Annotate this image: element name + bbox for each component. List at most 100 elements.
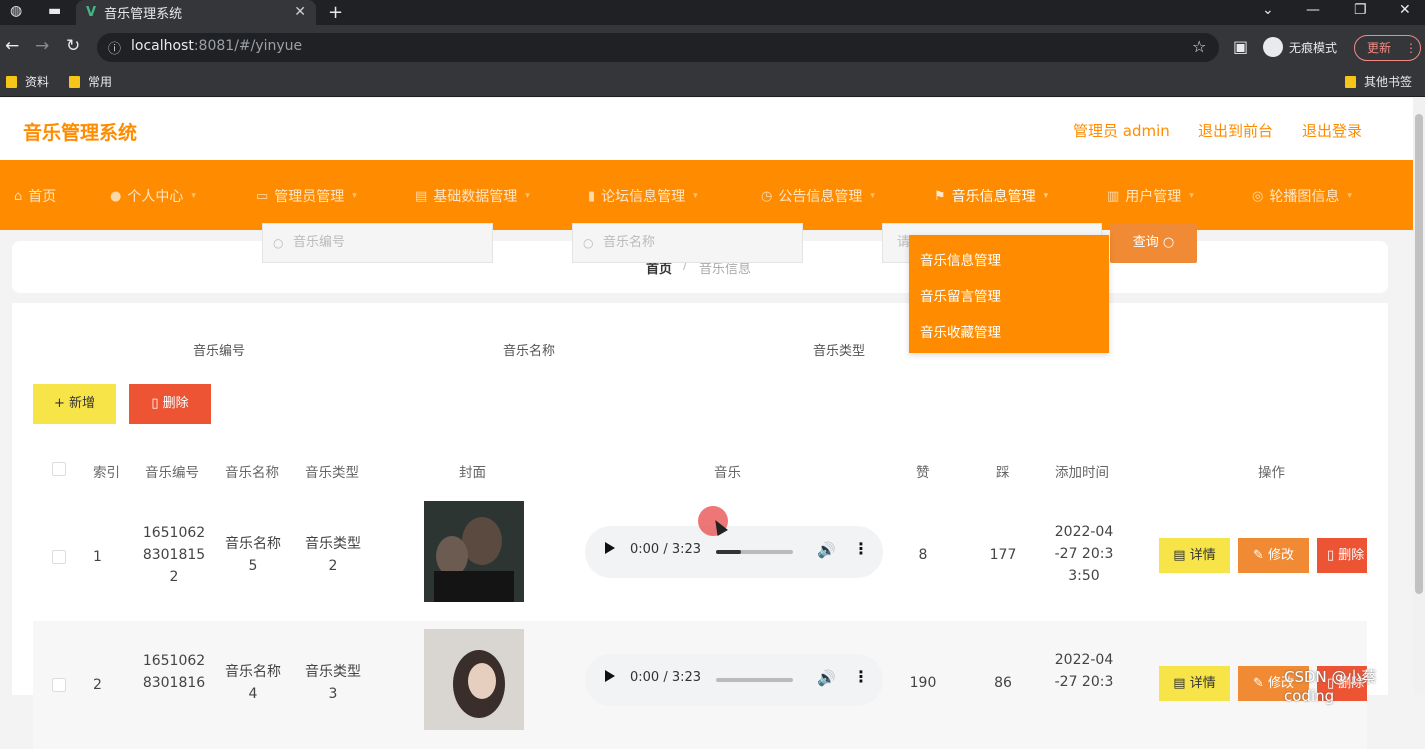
bookmark-folder[interactable]: 常用 (69, 73, 112, 90)
play-icon[interactable] (605, 542, 615, 554)
forum-icon: ▮ (588, 188, 596, 204)
submenu-music-info[interactable]: 音乐信息管理 (920, 249, 1001, 269)
tab-overview-icon[interactable]: ▬ (48, 3, 61, 19)
row-likes: 190 (909, 675, 937, 691)
tab-title: 音乐管理系统 (104, 7, 183, 22)
header-index: 索引 (93, 465, 120, 481)
minimize-icon[interactable]: — (1306, 2, 1320, 18)
update-button[interactable]: 更新 ⋮ (1354, 35, 1421, 61)
header-music: 音乐 (714, 465, 741, 481)
batch-delete-button[interactable]: ▯ 删除 (129, 384, 211, 424)
row-name: 音乐名称 4 (225, 664, 281, 702)
logout-link[interactable]: 退出登录 (1302, 120, 1362, 141)
edit-button[interactable]: ✎ 修改 (1238, 538, 1309, 573)
header-name: 音乐名称 (225, 465, 279, 481)
window-close-icon[interactable]: ✕ (1399, 2, 1411, 18)
nav-carousel[interactable]: ◎ 轮播图信息 ▾ (1252, 186, 1352, 206)
music-submenu: 音乐信息管理 音乐留言管理 音乐收藏管理 (909, 235, 1109, 353)
audio-seek-slider[interactable] (716, 678, 793, 682)
edit-icon: ✎ (1252, 676, 1268, 691)
nav-basic-data[interactable]: ▤ 基础数据管理 ▾ (415, 186, 530, 206)
table-row: 2 1651062 8301816 音乐名称 4 音乐类型 3 0:00 / 3:23… (33, 621, 1367, 749)
volume-icon[interactable]: 🔊 (817, 669, 836, 687)
nav-users[interactable]: ▥ 用户管理 ▾ (1107, 186, 1194, 206)
music-name-input[interactable]: ○ 音乐名称 (572, 223, 803, 263)
more-options-icon[interactable]: ⋮ (853, 539, 869, 558)
volume-icon[interactable]: 🔊 (817, 541, 836, 559)
trash-icon: ▯ (151, 396, 163, 411)
other-bookmarks[interactable]: 其他书签 (1345, 73, 1412, 90)
browser-tabbar: ◍ ▬ V 音乐管理系统 ✕ + ⌄ — ❐ ✕ (0, 0, 1425, 25)
row-dislikes: 177 (989, 547, 1017, 563)
music-code-input[interactable]: ○ 音乐编号 (262, 223, 493, 263)
nav-forum[interactable]: ▮ 论坛信息管理 ▾ (588, 186, 698, 206)
data-icon: ▤ (415, 188, 428, 204)
incognito-indicator[interactable]: 无痕模式 (1263, 37, 1337, 57)
page-scrollbar[interactable] (1413, 98, 1425, 695)
submenu-music-comments[interactable]: 音乐留言管理 (920, 285, 1001, 305)
url-text[interactable]: localhost:8081/#/yinyue (131, 38, 302, 54)
search-icon: ○ (273, 236, 284, 250)
audio-seek-slider[interactable] (716, 550, 793, 554)
search-icon: ○ (583, 236, 594, 250)
nav-music[interactable]: ⚑ 音乐信息管理 ▾ (934, 186, 1048, 206)
watermark: CSDN @小蔡coding (1284, 668, 1377, 705)
tab-search-chevron-icon[interactable]: ⌄ (1262, 2, 1274, 18)
tab-close-icon[interactable]: ✕ (294, 4, 306, 20)
music-type-label: 音乐类型 (813, 344, 866, 359)
detail-button[interactable]: ▤ 详情 (1159, 666, 1230, 701)
delete-button[interactable]: ▯ 删除 (1317, 538, 1367, 573)
forward-icon[interactable]: → (35, 36, 49, 56)
admin-link[interactable]: 管理员 admin (1073, 120, 1170, 141)
row-type: 音乐类型 3 (305, 664, 361, 702)
scrollbar-thumb[interactable] (1415, 114, 1423, 594)
play-icon[interactable] (605, 670, 615, 682)
row-likes: 8 (918, 547, 928, 563)
more-options-icon[interactable]: ⋮ (853, 667, 869, 686)
row-index: 2 (93, 677, 102, 693)
site-info-icon[interactable]: ⓘ (108, 38, 121, 57)
select-all-checkbox[interactable] (52, 462, 66, 476)
globe-icon[interactable]: ◍ (10, 3, 22, 19)
main-nav: ⌂ 首页 ● 个人中心 ▾ ▭ 管理员管理 ▾ ▤ 基础数据管理 ▾ ▮ 论坛信息管理 ▾ ◷ 公告… (0, 160, 1413, 230)
nav-home[interactable]: ⌂ 首页 (14, 186, 56, 206)
nav-notice[interactable]: ◷ 公告信息管理 ▾ (761, 186, 875, 206)
query-button[interactable]: 查询 ○ (1110, 223, 1197, 263)
detail-button[interactable]: ▤ 详情 (1159, 538, 1230, 573)
header-cover: 封面 (459, 465, 486, 481)
nav-admin[interactable]: ▭ 管理员管理 ▾ (256, 186, 357, 206)
row-added-time: 2022-04 -27 20:3 (1054, 652, 1114, 690)
document-icon: ▤ (1173, 548, 1190, 563)
document-icon: ▤ (1173, 676, 1190, 691)
chevron-down-icon: ▾ (1347, 191, 1352, 201)
add-button[interactable]: + 新增 (33, 384, 116, 424)
users-icon: ▥ (1107, 188, 1120, 204)
reload-icon[interactable]: ↻ (66, 36, 80, 56)
browser-tab[interactable]: V 音乐管理系统 ✕ (76, 0, 316, 25)
flag-icon: ⚑ (934, 188, 946, 204)
new-tab-icon[interactable]: + (328, 2, 343, 23)
nav-profile[interactable]: ● 个人中心 ▾ (110, 186, 196, 206)
trash-icon: ▯ (1327, 548, 1339, 563)
site-header: 音乐管理系统 管理员 admin 退出到前台 退出登录 (0, 98, 1413, 160)
side-panel-icon[interactable]: ▣ (1233, 37, 1248, 56)
restore-icon[interactable]: ❐ (1354, 2, 1367, 18)
submenu-music-favorites[interactable]: 音乐收藏管理 (920, 321, 1001, 341)
bookmark-folder[interactable]: 资料 (6, 73, 49, 90)
chevron-down-icon: ▾ (693, 191, 698, 201)
bookmark-star-icon[interactable]: ☆ (1192, 37, 1206, 56)
row-checkbox[interactable] (52, 678, 66, 692)
audio-time: 0:00 / 3:23 (630, 542, 702, 557)
bookmarks-bar: 资料 常用 其他书签 (0, 67, 1425, 97)
row-added-time: 2022-04 -27 20:3 3:50 (1054, 524, 1114, 584)
audio-player[interactable]: 0:00 / 3:23 🔊 ⋮ (585, 654, 883, 706)
folder-icon (1345, 75, 1356, 88)
edit-icon: ✎ (1252, 548, 1268, 563)
back-icon[interactable]: ← (5, 36, 19, 56)
chevron-down-icon: ▾ (870, 191, 875, 201)
carousel-icon: ◎ (1252, 188, 1264, 204)
row-checkbox[interactable] (52, 550, 66, 564)
site-title: 音乐管理系统 (23, 122, 138, 144)
audio-player[interactable]: 0:00 / 3:23 🔊 ⋮ (585, 526, 883, 578)
back-to-front-link[interactable]: 退出到前台 (1198, 120, 1273, 141)
